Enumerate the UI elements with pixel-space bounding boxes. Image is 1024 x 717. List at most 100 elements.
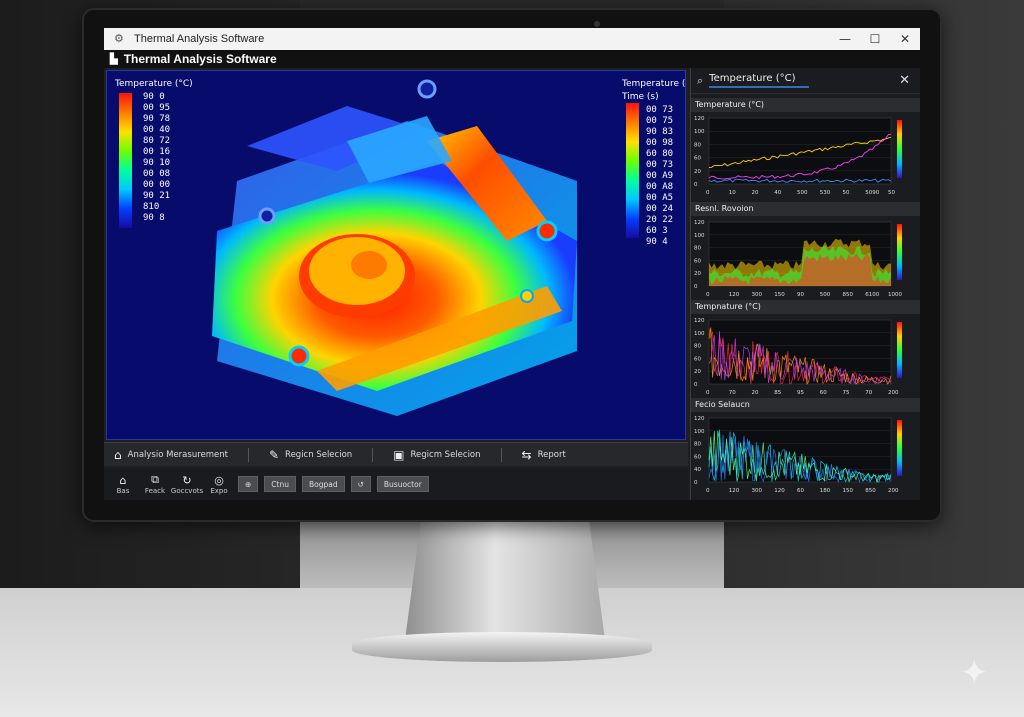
scale-right-label: 90 4 — [646, 237, 668, 247]
chart-title: Fecio Selaucn — [691, 398, 920, 412]
goccvots-button[interactable]: ↻ Goccvots — [171, 474, 203, 495]
feack-button[interactable]: ⧉ Feack — [142, 473, 168, 495]
search-icon: ⌕ — [697, 73, 704, 87]
region-selection-tool[interactable]: ✎ Regicn Selecion — [269, 448, 352, 462]
report-tool[interactable]: ⇆ Report — [522, 448, 566, 462]
add-button[interactable]: ⊕ — [238, 476, 259, 492]
x-tick-label: 850 — [843, 292, 854, 298]
scale-left-label: 00 00 — [143, 180, 171, 190]
panel-search-label: Temperature (°C) — [709, 73, 810, 88]
panel-search-bar[interactable]: ⌕ Temperature (°C) ✕ — [691, 68, 920, 94]
monitor-stand-neck — [405, 520, 605, 640]
window-title: Thermal Analysis Software — [134, 33, 265, 45]
chart-resolution[interactable]: 120 100 80 60 20 0 0 120 300 150 90 500 850 6100 1000 — [691, 216, 920, 300]
x-tick-label: 95 — [797, 390, 804, 396]
bogpad-button[interactable]: Bogpad — [301, 476, 345, 492]
x-tick-label: 120 — [729, 488, 740, 494]
y-tick-label: 20 — [694, 271, 701, 277]
x-tick-label: 850 — [865, 488, 876, 494]
tool-label: Regicm Selecion — [410, 449, 481, 460]
y-tick-label: 80 — [694, 246, 701, 252]
report-icon: ⇆ — [521, 447, 532, 462]
x-tick-label: 150 — [774, 292, 785, 298]
y-tick-label: 120 — [694, 318, 705, 324]
scale-right-label: 00 24 — [646, 204, 674, 214]
expo-button[interactable]: ◎ Expo — [206, 474, 232, 495]
analysis-measurement-tool[interactable]: ⌂ Analysio Merasurement — [114, 448, 228, 462]
scale-left-label: 80 72 — [143, 136, 171, 146]
color-scale-bar-right — [626, 103, 639, 238]
scale-left-label: 90 0 — [143, 92, 165, 102]
scale-right-label: 60 80 — [646, 149, 674, 159]
chart-title: Resnl. Rovoion — [691, 202, 920, 216]
tool-label: Analysio Merasurement — [127, 449, 228, 460]
y-tick-label: 0 — [694, 382, 698, 388]
scale-right-label: 00 A9 — [646, 171, 674, 181]
x-tick-label: 500 — [820, 292, 831, 298]
scale-left-label: 00 95 — [143, 103, 171, 113]
app-header-title: Thermal Analysis Software — [123, 52, 277, 66]
region-icon: ▣ — [393, 447, 405, 462]
ctnu-button[interactable]: Ctnu — [264, 476, 296, 492]
chart-title: Temperature (°C) — [691, 98, 920, 112]
chart-block-4: Fecio Selaucn 120 100 80 60 40 0 0 120 300 120 60 1… — [691, 398, 920, 496]
y-tick-label: 0 — [694, 182, 698, 188]
plot-area — [708, 117, 892, 185]
export-icon: ◎ — [214, 473, 224, 487]
chart-temperature[interactable]: 120 100 80 60 20 0 0 10 20 40 500 530 50 5090 50 — [691, 112, 920, 198]
scale-right-label: 00 A5 — [646, 193, 674, 203]
sparkle-icon: ✦ — [960, 653, 989, 693]
x-tick-label: 75 — [843, 390, 850, 396]
x-tick-label: 500 — [797, 190, 808, 196]
panel-close-icon[interactable]: ✕ — [899, 73, 910, 88]
scale-left-label: 90 8 — [143, 213, 165, 223]
x-tick-label: 10 — [729, 190, 736, 196]
layers-icon: ⧉ — [151, 473, 159, 486]
region-selection-2-tool[interactable]: ▣ Regicm Selecion — [393, 448, 480, 462]
tb2-label: Feack — [144, 487, 166, 495]
chart-region-selection[interactable]: 120 100 80 60 40 0 0 120 300 120 60 180 150 850 200 — [691, 412, 920, 496]
y-tick-label: 20 — [694, 369, 701, 375]
minimize-button[interactable]: — — [830, 28, 860, 50]
x-tick-label: 85 — [774, 390, 781, 396]
x-tick-label: 200 — [888, 390, 899, 396]
home-icon: ⌂ — [119, 473, 127, 487]
scale-left-label: 90 78 — [143, 114, 171, 124]
maximize-button[interactable]: ☐ — [860, 28, 890, 50]
chart-temperature-spikes[interactable]: 12010080602000 70 20 85 95 60 75 70 200 — [691, 314, 920, 398]
thermal-image — [212, 79, 577, 416]
bas-button[interactable]: ⌂ Bas — [110, 474, 136, 495]
undo-button[interactable]: ↺ — [350, 476, 371, 492]
tb2-label: Expo — [210, 486, 228, 495]
scale-left-label: 00 16 — [143, 147, 171, 157]
busuoctor-button[interactable]: Busuoctor — [376, 476, 429, 492]
x-tick-label: 6100 — [865, 292, 879, 298]
y-tick-label: 60 — [694, 156, 701, 162]
tool-label: Regicn Selecion — [285, 449, 353, 460]
temperature-scale-right: Temperature (°C Time (s) 00 73 00 75 90 … — [622, 79, 685, 248]
x-tick-label: 40 — [774, 190, 781, 196]
scale-left-header: Temperature (°C) — [115, 79, 193, 89]
chart-title: Tempnature (°C) — [691, 300, 920, 314]
x-tick-label: 120 — [729, 292, 740, 298]
y-tick-label: 60 — [694, 258, 701, 264]
tool-label: Report — [537, 449, 566, 460]
close-button[interactable]: ✕ — [890, 28, 920, 50]
y-tick-label: 100 — [694, 429, 705, 435]
chart-block-3: Tempnature (°C) 120 100 80 60 20 0 0 70 20 85 95 60… — [691, 300, 920, 398]
tb2-label: Bas — [116, 486, 130, 495]
scale-left-label: 00 40 — [143, 125, 171, 135]
toolbar-divider — [500, 447, 502, 462]
home-icon: ▙ — [110, 53, 118, 65]
chart-color-scale — [897, 120, 902, 178]
thermal-viewport[interactable]: Temperature (°C) 90 0 00 95 90 78 00 40 … — [106, 70, 686, 440]
y-tick-label: 20 — [694, 169, 701, 175]
webcam-dot — [594, 21, 600, 27]
x-tick-label: 1000 — [888, 292, 902, 298]
x-tick-label: 0 — [706, 488, 710, 494]
y-tick-label: 100 — [694, 233, 705, 239]
window-titlebar: ⚙ Thermal Analysis Software — ☐ ✕ — [104, 28, 920, 50]
temperature-scale-left: Temperature (°C) 90 0 00 95 90 78 00 40 … — [115, 79, 193, 228]
scale-right-label: 20 22 — [646, 215, 674, 225]
x-tick-label: 0 — [706, 190, 710, 196]
